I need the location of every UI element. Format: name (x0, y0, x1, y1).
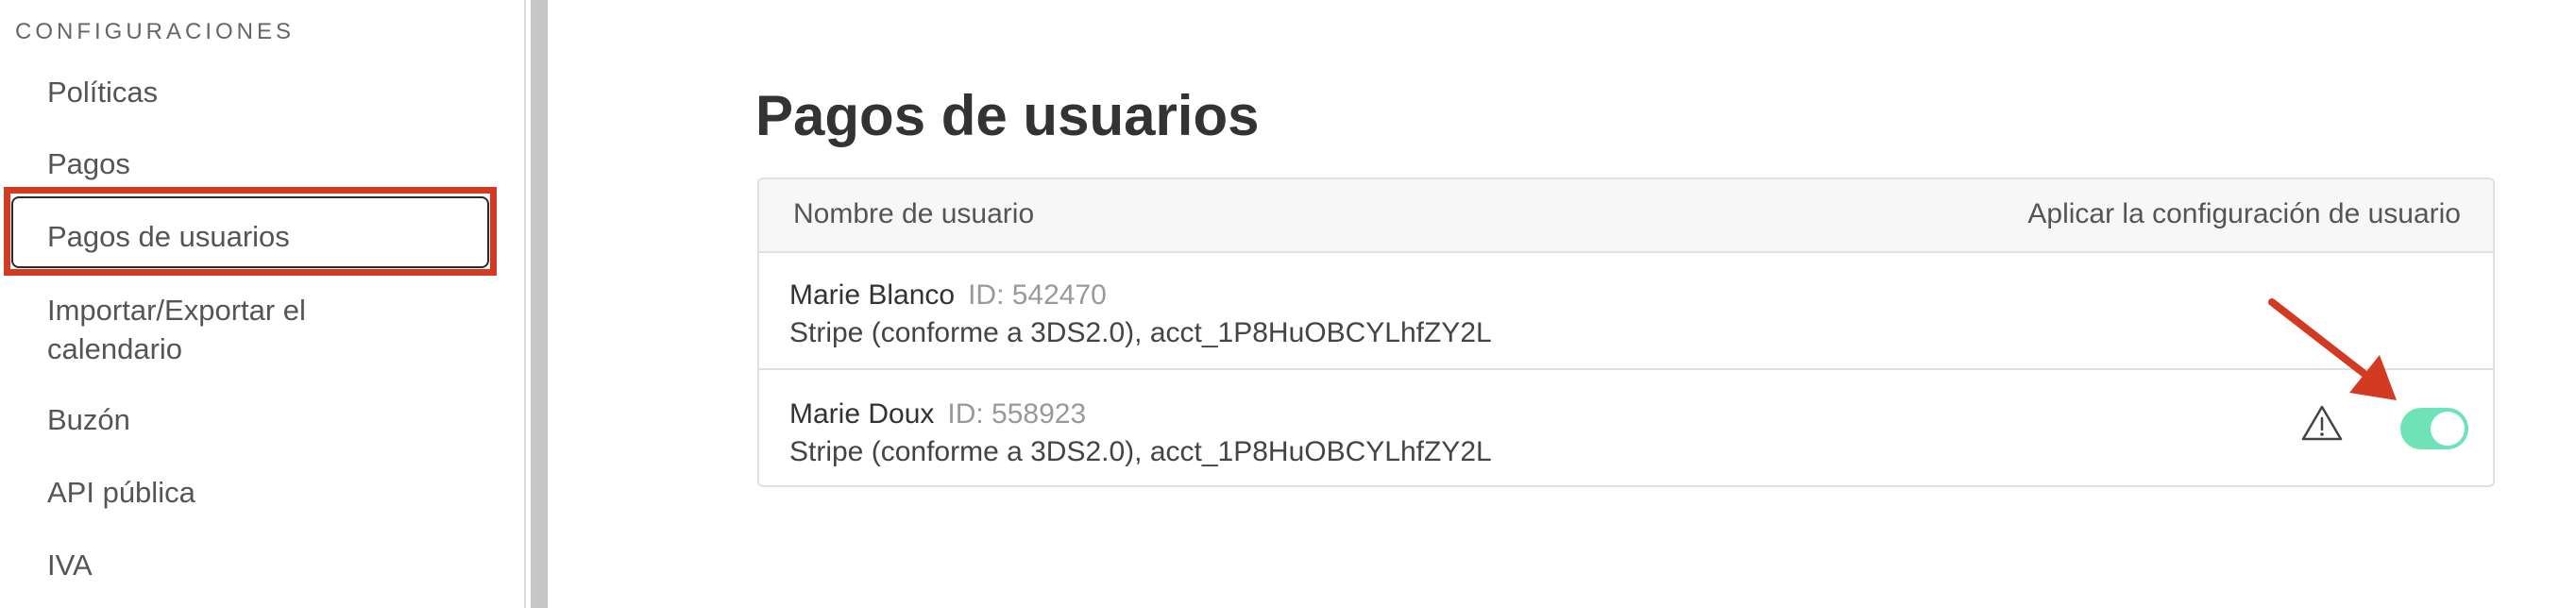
app-root: CONFIGURACIONES Políticas Pagos Pagos de… (0, 0, 2576, 608)
user-id: ID: 542470 (968, 279, 1107, 311)
sidebar-item-importar-exportar[interactable]: Importar/Exportar el calendario (47, 291, 359, 368)
sidebar-item-politicas[interactable]: Políticas (47, 74, 158, 111)
page-title: Pagos de usuarios (755, 84, 1260, 147)
user-line: Marie Doux ID: 558923 (789, 398, 1086, 431)
user-line: Marie Blanco ID: 542470 (789, 279, 1107, 312)
sidebar-scrollbar[interactable] (531, 0, 548, 608)
sidebar-item-pagos[interactable]: Pagos (47, 145, 130, 183)
annotation-arrow-icon (2268, 298, 2397, 400)
warning-triangle-icon (2301, 405, 2343, 441)
apply-user-settings-toggle[interactable] (2400, 408, 2468, 449)
settings-sidebar: CONFIGURACIONES Políticas Pagos Pagos de… (0, 0, 525, 608)
user-name: Marie Blanco (789, 279, 956, 311)
table-header: Nombre de usuario Aplicar la configuraci… (759, 179, 2493, 253)
sidebar-item-api-publica[interactable]: API pública (47, 474, 195, 512)
payment-account: Stripe (conforme a 3DS2.0), acct_1P8HuOB… (789, 317, 1492, 348)
sidebar-item-buzon[interactable]: Buzón (47, 401, 130, 439)
column-header-username: Nombre de usuario (793, 198, 1035, 229)
user-payments-table: Nombre de usuario Aplicar la configuraci… (757, 177, 2495, 487)
sidebar-divider (524, 0, 526, 608)
table-row: Marie Doux ID: 558923 Stripe (conforme a … (759, 372, 2493, 485)
sidebar-item-pagos-de-usuarios[interactable]: Pagos de usuarios (47, 218, 290, 256)
user-name: Marie Doux (789, 398, 935, 430)
payment-account: Stripe (conforme a 3DS2.0), acct_1P8HuOB… (789, 436, 1492, 467)
table-row: Marie Blanco ID: 542470 Stripe (conforme … (759, 253, 2493, 370)
toggle-knob (2431, 412, 2465, 446)
sidebar-item-iva[interactable]: IVA (47, 547, 93, 584)
column-header-apply-user-settings: Aplicar la configuración de usuario (2027, 198, 2461, 229)
user-id: ID: 558923 (947, 398, 1087, 430)
sidebar-heading: CONFIGURACIONES (15, 19, 296, 44)
